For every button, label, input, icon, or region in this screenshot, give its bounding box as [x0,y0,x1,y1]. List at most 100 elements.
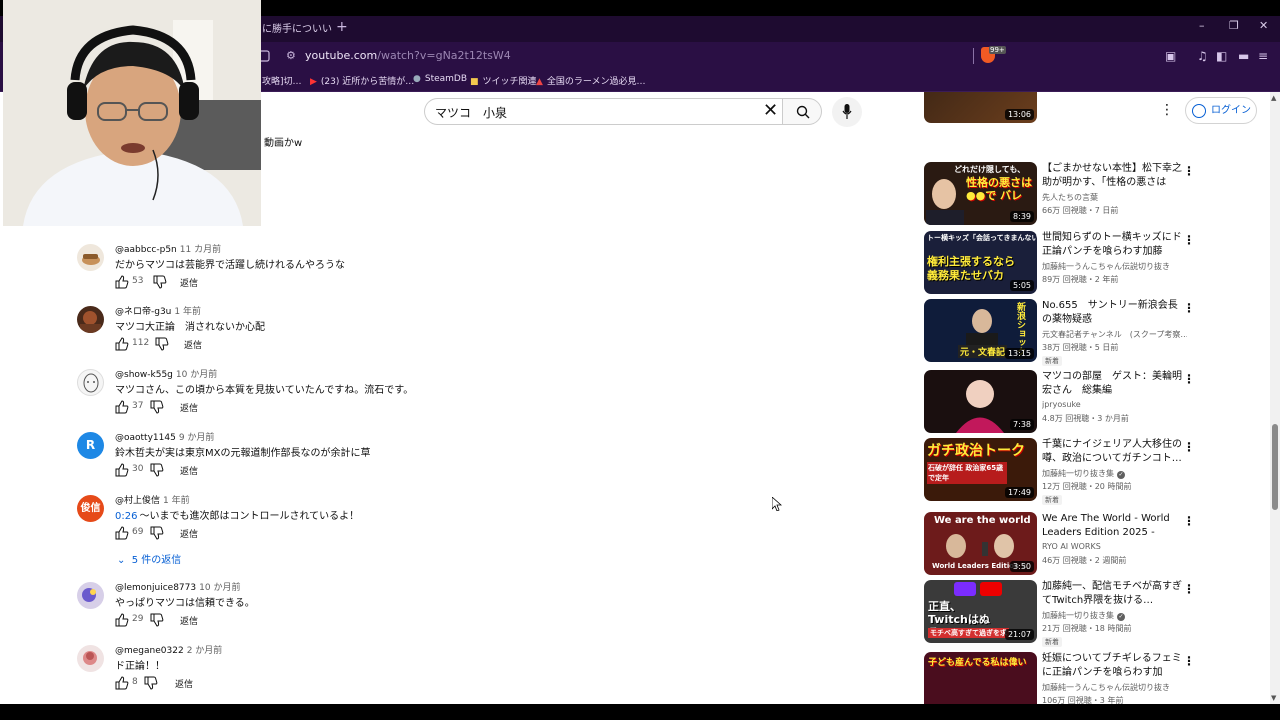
bookmark-item[interactable]: ▶ (23) 近所から苦情が… [310,74,414,87]
browser-tab[interactable]: に勝手についい [262,20,332,40]
avatar[interactable] [77,306,104,333]
dislike-icon[interactable] [153,275,167,289]
channel-name[interactable]: 加藤純一うんこちゃん伝説切り抜き [1042,682,1187,693]
video-thumbnail[interactable]: どれだけ隠しても、 性格の悪さは ●●で バレ 8:39 [924,162,1037,225]
video-thumbnail[interactable]: We are the world World Leaders Edition 2… [924,512,1037,575]
comment-author[interactable]: @村上俊信 [115,496,160,506]
vpn-icon[interactable]: ▬ [1238,49,1249,63]
recommendation-item[interactable]: 13:06 [924,92,1204,154]
avatar[interactable] [77,582,104,609]
channel-name[interactable]: RYO AI WORKS [1042,542,1187,551]
recommendation-item[interactable]: ガチ政治トーク 石破が辞任 政治家65歳で定年 17:49 千葉にナイジェリア人… [924,438,1204,505]
comment-time[interactable]: 1 年前 [174,307,201,317]
bookmark-item[interactable]: ● SteamDB [413,74,467,84]
comment-author[interactable]: @ネロ帝-g3u [115,307,171,317]
reply-button[interactable]: 返信 [180,276,198,289]
recommendation-item[interactable]: We are the world World Leaders Edition 2… [924,512,1204,576]
video-title[interactable]: 世間知らずのトー横キッズにド正論パンチを喰らわす加藤純… [1042,231,1182,258]
avatar[interactable]: R [77,432,104,459]
reply-button[interactable]: 返信 [180,401,198,414]
show-replies-button[interactable]: ⌄ 5 件の返信 [117,551,181,566]
channel-name[interactable]: jpryosuke [1042,400,1187,409]
music-icon[interactable]: ♫ [1197,49,1208,63]
scrollbar-thumb[interactable] [1272,424,1278,510]
video-title[interactable]: 千葉にナイジェリア人大移住の噂、政治についてガチンコト… [1042,438,1182,465]
scroll-up-icon[interactable]: ▲ [1271,94,1276,102]
dislike-icon[interactable] [150,526,164,540]
avatar[interactable]: 俊信 [77,495,104,522]
video-thumbnail[interactable]: 元・文春記 新浪ショック 13:15 [924,299,1037,362]
reply-button[interactable]: 返信 [175,677,193,690]
video-title[interactable]: マツコの部屋 ゲスト：美輪明宏さん 総集編 [1042,370,1182,397]
reply-button[interactable]: 返信 [180,464,198,477]
site-settings-icon[interactable]: ⚙ [286,49,296,62]
page-scrollbar[interactable] [1270,92,1280,704]
video-thumbnail[interactable]: 子ども産んでる私は偉い [924,652,1037,704]
video-thumbnail[interactable]: 13:06 [924,92,1037,123]
recommendation-item[interactable]: 元・文春記 新浪ショック 13:15 No.655 サントリー新浪会長の薬物疑惑… [924,299,1204,366]
voice-search-button[interactable] [832,97,862,127]
comment-time[interactable]: 9 か月前 [179,433,215,443]
bookmark-item[interactable]: ▲ 全国のラーメン過必見… [536,74,646,87]
bookmark-item[interactable]: 攻略]切… [262,74,302,87]
video-title[interactable]: We Are The World - World Leaders Edition… [1042,512,1182,539]
more-actions-icon[interactable]: ⋮ [1183,233,1195,247]
minimize-button[interactable]: – [1199,19,1205,32]
reply-button[interactable]: 返信 [180,614,198,627]
channel-name[interactable]: 加藤純一切り抜き集 ✓ [1042,610,1187,621]
video-title[interactable]: 加藤純一、配信モチベが高すぎてTwitch界隈を抜ける… [1042,580,1182,607]
comment-author[interactable]: @lemonjuice8773 [115,583,196,593]
video-thumbnail[interactable]: 正直、 Twitchはぬるい モチベ高すぎて過ぎを求 21:07 [924,580,1037,643]
sidebar-panel-icon[interactable]: ◧ [1216,49,1227,63]
dislike-icon[interactable] [150,463,164,477]
recommendation-item[interactable]: トー横キッズ「会話ってきまんない」 権利主張するなら 義務果たせバカ 5:05 … [924,231,1204,295]
new-tab-button[interactable]: + [336,19,348,35]
like-icon[interactable] [115,676,129,690]
channel-name[interactable]: 先人たちの言葉 [1042,192,1187,203]
like-icon[interactable] [115,275,129,289]
video-thumbnail[interactable]: トー横キッズ「会話ってきまんない」 権利主張するなら 義務果たせバカ 5:05 [924,231,1037,294]
more-actions-icon[interactable]: ⋮ [1183,440,1195,454]
recommendation-item[interactable]: 子ども産んでる私は偉い 妊娠についてブチギレるフェミに正論パンチを喰らわす加藤…… [924,652,1204,704]
dislike-icon[interactable] [144,676,158,690]
avatar[interactable] [77,369,104,396]
video-title[interactable]: No.655 サントリー新浪会長の薬物疑惑 [1042,299,1182,326]
comment-author[interactable]: @megane0322 [115,646,184,656]
comment-author[interactable]: @aabbcc-p5n [115,245,177,255]
comment-author[interactable]: @show-k55g [115,370,173,380]
screenshot-icon[interactable]: ▣ [1165,49,1176,63]
comment-time[interactable]: 2 か月前 [187,646,223,656]
like-icon[interactable] [115,526,129,540]
close-window-button[interactable]: ✕ [1259,19,1268,32]
video-thumbnail[interactable]: 7:38 [924,370,1037,433]
more-actions-icon[interactable]: ⋮ [1183,164,1195,178]
channel-name[interactable]: 元文春記者チャンネル (スクープ考察… [1042,329,1187,340]
recommendation-item[interactable]: 正直、 Twitchはぬるい モチベ高すぎて過ぎを求 21:07 加藤純一、配信… [924,580,1204,647]
scroll-down-icon[interactable]: ▼ [1271,694,1276,702]
like-icon[interactable] [115,400,129,414]
reply-button[interactable]: 返信 [180,527,198,540]
reply-button[interactable]: 返信 [184,338,202,351]
dislike-icon[interactable] [150,613,164,627]
maximize-button[interactable]: ❐ [1229,19,1239,32]
video-title[interactable]: 妊娠についてブチギレるフェミに正論パンチを喰らわす加藤… [1042,652,1182,679]
like-icon[interactable] [115,463,129,477]
like-icon[interactable] [115,337,129,351]
recommendation-item[interactable]: どれだけ隠しても、 性格の悪さは ●●で バレ 8:39 【ごまかせない本性】松… [924,162,1204,226]
more-actions-icon[interactable]: ⋮ [1183,582,1195,596]
search-button[interactable] [782,98,822,125]
more-actions-icon[interactable]: ⋮ [1183,654,1195,668]
avatar[interactable] [77,645,104,672]
comment-author[interactable]: @oaotty1145 [115,433,176,443]
like-icon[interactable] [115,613,129,627]
url-field[interactable]: youtube.com/watch?v=gNa2t12tsW4 [305,49,511,62]
comment-time[interactable]: 11 カ月前 [180,245,221,255]
more-actions-icon[interactable]: ⋮ [1183,372,1195,386]
comment-time[interactable]: 10 か月前 [199,583,240,593]
more-actions-icon[interactable]: ⋮ [1183,301,1195,315]
video-title[interactable]: 【ごまかせない本性】松下幸之助が明かす、「性格の悪さは●●… [1042,162,1182,189]
recommendation-item[interactable]: 7:38 マツコの部屋 ゲスト：美輪明宏さん 総集編 jpryosuke 4.8… [924,370,1204,434]
clear-search-icon[interactable]: ✕ [763,101,778,121]
dislike-icon[interactable] [150,400,164,414]
channel-name[interactable]: 加藤純一うんこちゃん伝説切り抜き [1042,261,1187,272]
